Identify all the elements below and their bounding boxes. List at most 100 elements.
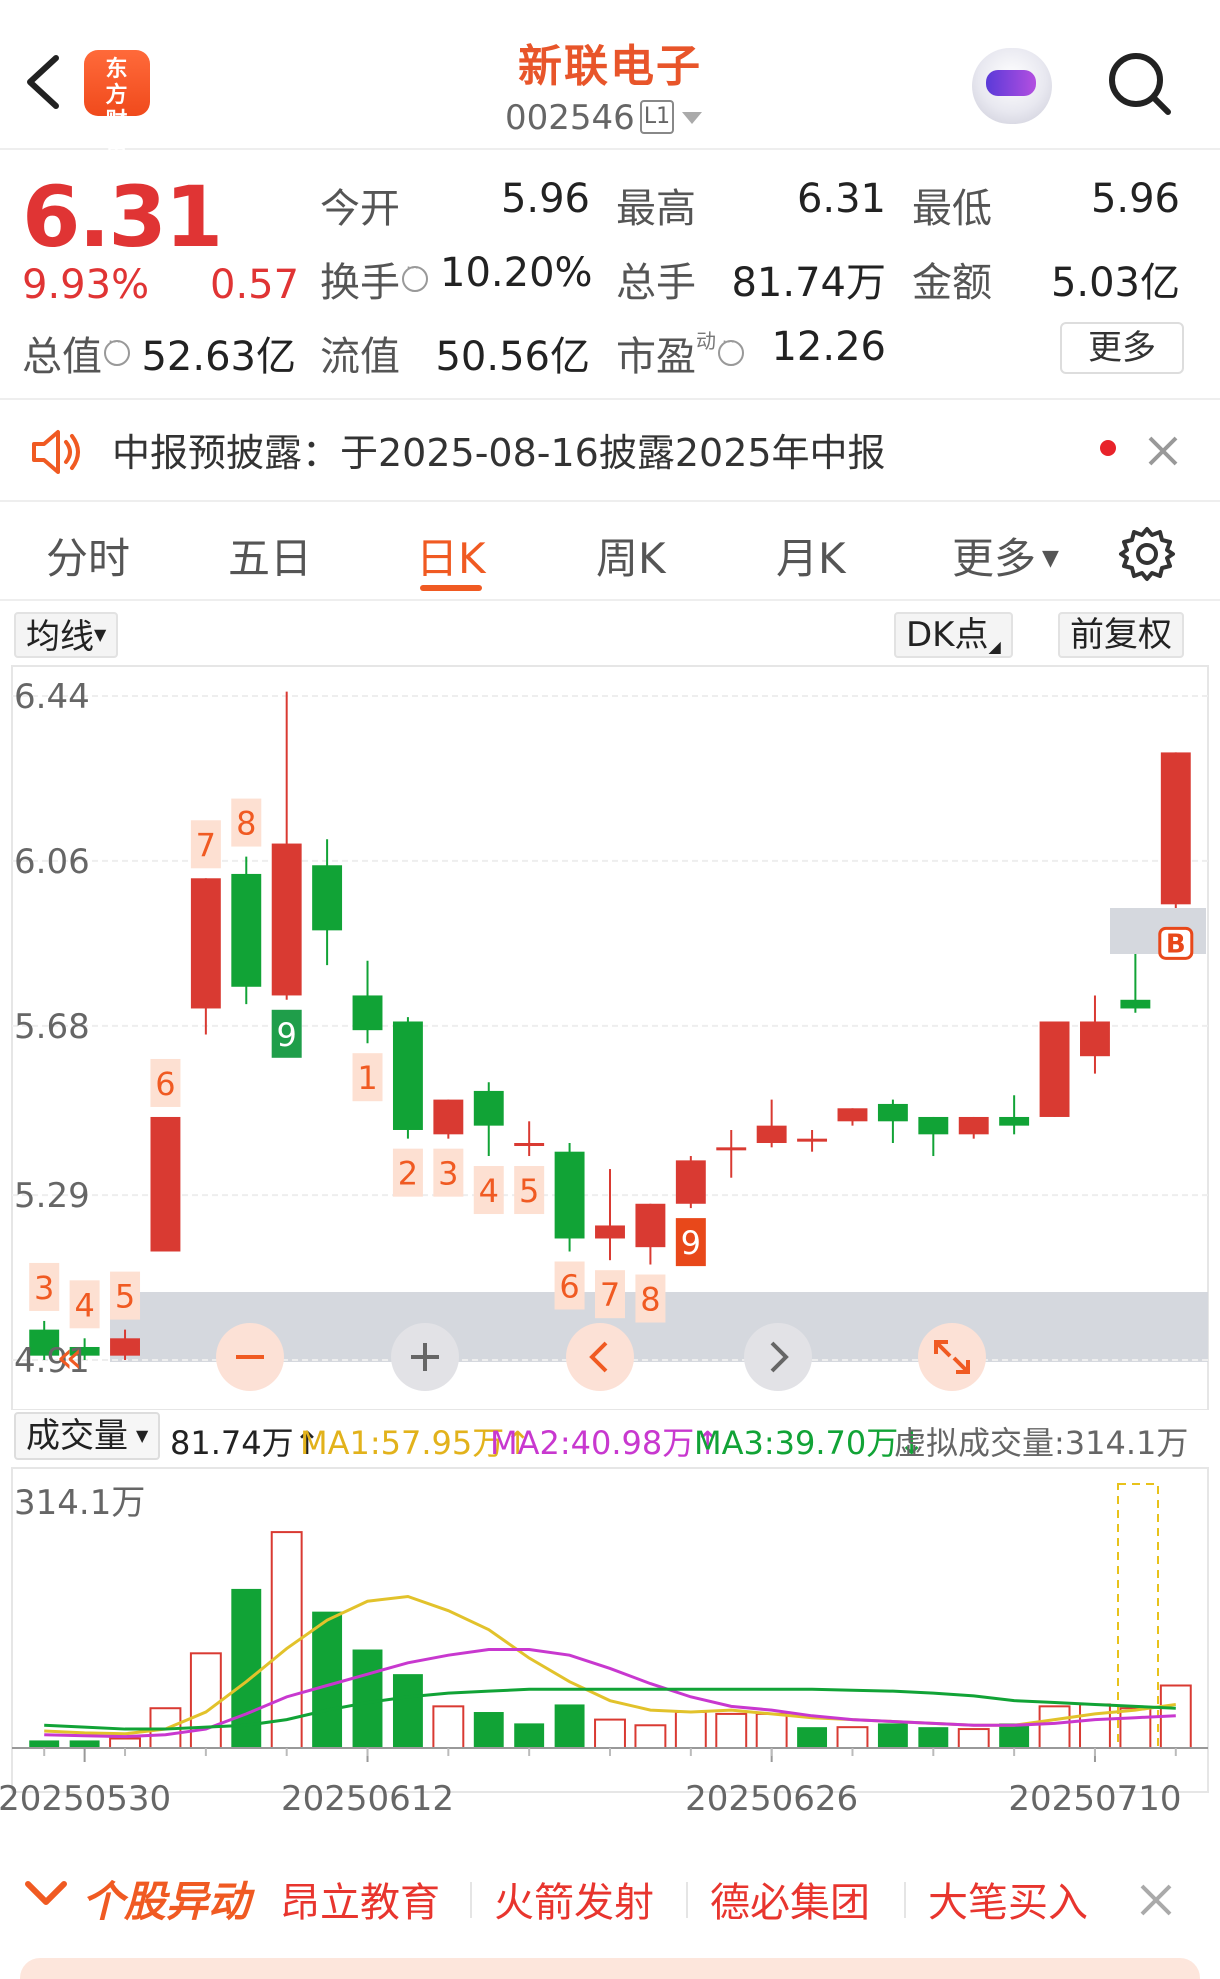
close-icon[interactable] [1146,434,1180,468]
adjust-mode-button[interactable]: 前复权 [1058,612,1184,658]
date-axis-tick: 20250612 [281,1779,454,1819]
dk-point-label: DK点 [906,615,989,655]
chevron-down-icon[interactable] [24,1878,68,1908]
candle-up [958,1116,989,1135]
robot-visor [986,70,1036,96]
ma-indicator-label: 均线 [26,617,94,657]
tab-intraday[interactable]: 分时 [46,525,130,586]
stock-switch-dropdown-icon[interactable] [682,112,702,124]
pe-label[interactable]: 市盈动 [616,324,744,382]
candle-down [231,873,262,987]
td-count-label: 5 [115,1278,135,1316]
dk-point-toggle[interactable]: DK点◢ [894,612,1013,658]
pe-label-text: 市盈 [616,334,696,380]
candle-down [473,1090,504,1126]
candle-up [110,1338,140,1356]
market-cap-label-text: 总值 [22,334,102,380]
volume-indicator-select[interactable]: 成交量 ▼ [14,1412,161,1460]
scroll-left-button[interactable] [566,1323,634,1391]
ma3-legend-text: MA3:39.70万 [694,1424,899,1462]
info-icon[interactable] [104,332,130,366]
settings-gear-icon[interactable] [1118,525,1176,583]
price-axis-tick: 5.29 [14,1176,90,1216]
alert-item[interactable]: 大笔买入 [928,1870,1088,1928]
tab-weekly-k[interactable]: 周K [596,525,666,586]
candle-up [190,878,221,1009]
scroll-left-fast-icon[interactable]: « [56,1332,83,1383]
open-label: 今开 [320,186,400,232]
buy-marker-label: B [1166,929,1186,959]
stock-alert-title: 个股异动 [82,1877,251,1926]
candle-down [877,1103,908,1122]
candle-down [918,1116,949,1135]
search-icon[interactable] [1104,48,1174,118]
back-arrow-icon[interactable] [22,52,66,112]
stock-alert-bar[interactable]: 个股异动 昂立教育 火箭发射 德必集团 大笔买入 [0,1838,1220,1948]
market-cap-label[interactable]: 总值 [22,324,130,382]
alert-item[interactable]: 昂立教育 [280,1870,440,1928]
change-percent: 9.93% [22,262,150,308]
last-price: 6.31 [22,168,223,266]
amount-value: 5.03亿 [1050,260,1180,306]
virtual-volume-legend: 虚拟成交量:314.1万 [894,1424,1189,1462]
td-count-label: 6 [155,1065,175,1103]
pe-value: 12.26 [771,324,886,370]
stock-name[interactable]: 新联电子 [410,30,810,94]
unread-dot [1100,440,1116,456]
candle-down [999,1116,1030,1126]
volume-value-legend: 81.74万↑ [170,1424,321,1462]
period-tabs: 分时 五日 日K 周K 月K 更多 ▼ [0,505,1220,601]
alert-item[interactable]: 火箭发射 [494,1870,654,1928]
level-badge: L1 [640,100,674,134]
date-axis-tick: 20250530 [0,1779,171,1819]
caret-down-icon: ▼ [1042,546,1059,571]
scroll-right-button[interactable] [744,1323,812,1391]
volume-bar-up [1119,1707,1152,1749]
volume-bar-down [69,1740,100,1748]
volume-legend: 成交量 ▼ 81.74万↑ MA1:57.95万↑ MA2:40.98万↑ MA3… [0,1410,1220,1466]
kline-chart[interactable]: 3 4 5678912 3 4 56 7 89B 6.446.065.685.294.91 « [0,660,1220,1410]
volume-indicator-label: 成交量 [26,1416,128,1456]
volume-bar-up [674,1711,707,1750]
date-axis-tick: 20250710 [1008,1779,1181,1819]
td-count-label: 4 [479,1172,499,1210]
candle-up [716,1147,747,1151]
info-icon[interactable] [402,258,428,292]
price-axis-tick: 5.68 [14,1007,90,1047]
stock-code[interactable]: 002546 [505,98,635,138]
volume-bar-down [312,1611,343,1748]
close-icon[interactable] [1138,1882,1174,1918]
ma3-legend: MA3:39.70万↓ [694,1424,926,1462]
candle-up [595,1225,625,1239]
volume-bar-down [392,1674,423,1748]
candle-up [756,1125,787,1144]
bottom-promo-strip[interactable] [20,1958,1200,1979]
turnover-label[interactable]: 换手 [320,250,428,308]
volume-chart[interactable]: 314.1万 20250530 20250612 20250626 20250710 [0,1466,1220,1836]
volume-bar-down [473,1712,504,1748]
ma2-legend-text: MA2:40.98万 [490,1424,695,1462]
corner-arrow-icon: ◢ [988,637,1001,656]
divider [686,1882,688,1918]
tab-five-day[interactable]: 五日 [228,525,312,586]
float-cap-label: 流值 [320,334,400,380]
ma-indicator-select[interactable]: 均线▼ [14,612,119,658]
volume-bar-down [877,1723,908,1748]
fullscreen-button[interactable] [918,1323,986,1391]
candle-up [1080,1021,1110,1057]
divider [470,1882,472,1918]
td-count-label: 9 [277,1016,297,1054]
announcement-text[interactable]: 中报预披露：于2025-08-16披露2025年中报 [112,422,886,477]
candle-down [352,995,383,1031]
tab-monthly-k[interactable]: 月K [776,525,846,586]
more-quote-button[interactable]: 更多 [1060,322,1184,374]
announcement-bar[interactable]: 中报预披露：于2025-08-16披露2025年中报 [0,398,1220,502]
brand-logo[interactable]: 东方财富 [84,50,150,160]
info-icon[interactable] [718,332,744,366]
volume-bar-down [514,1723,545,1748]
tab-more[interactable]: 更多 ▼ [952,525,1059,586]
tab-daily-k[interactable]: 日K [416,525,486,586]
alert-item[interactable]: 德必集团 [710,1870,870,1928]
volume-label: 总手 [616,260,696,306]
candle-up [150,1116,181,1252]
